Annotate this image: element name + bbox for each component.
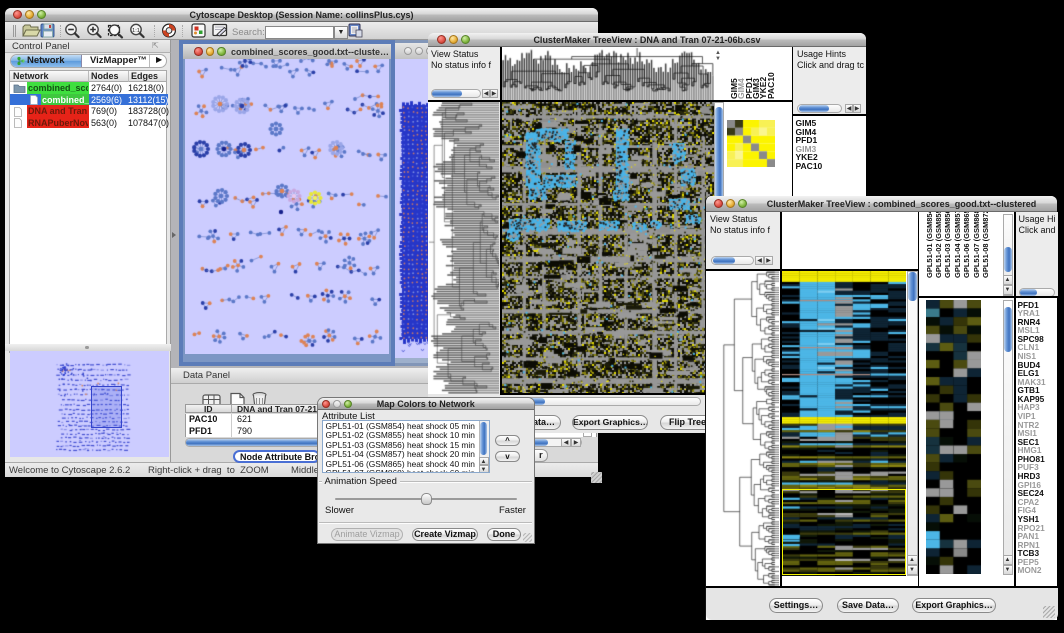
- svg-text:1:1: 1:1: [132, 28, 140, 34]
